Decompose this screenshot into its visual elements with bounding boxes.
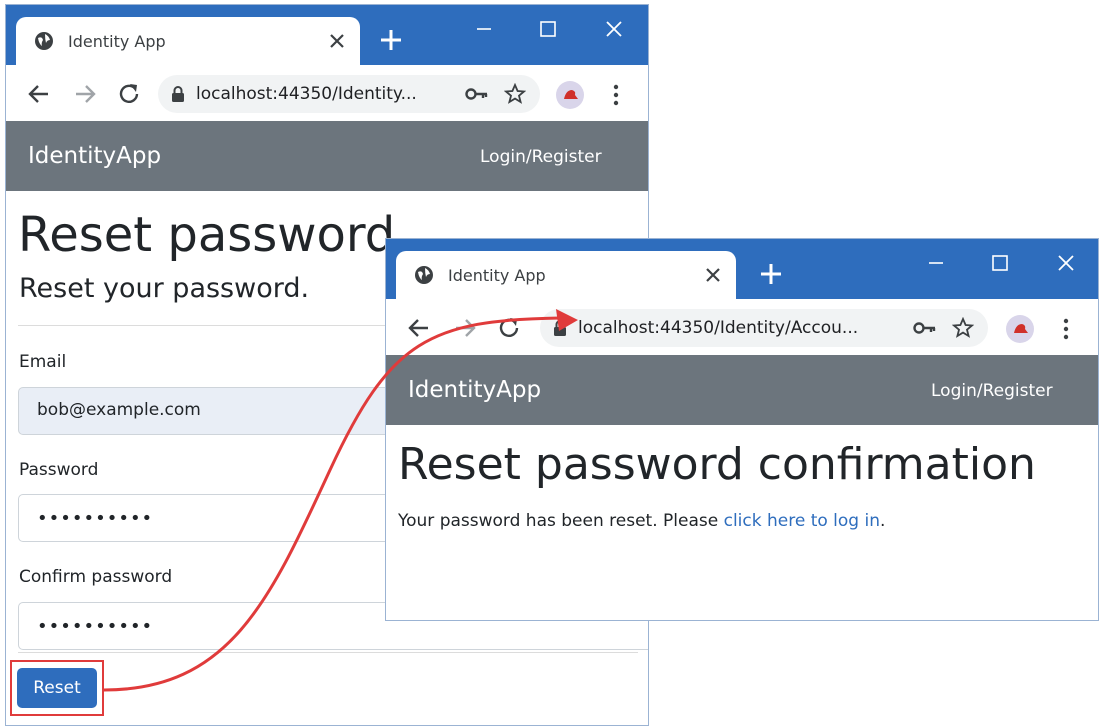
reload-icon[interactable] <box>116 81 142 107</box>
page-subtitle: Reset your password. <box>19 273 310 304</box>
kebab-menu-icon[interactable] <box>1062 317 1070 341</box>
password-value: •••••••••• <box>37 508 154 529</box>
reset-button[interactable]: Reset <box>17 668 97 708</box>
lock-icon <box>554 320 566 336</box>
url-text: localhost:44350/Identity/Accou... <box>578 318 859 338</box>
address-bar: localhost:44350/Identity... <box>6 65 648 122</box>
browser-window-reset-confirmation: Identity App localhost:44350/Identity/Ac… <box>385 238 1099 621</box>
page-title: Reset password confirmation <box>398 439 1036 490</box>
address-bar: localhost:44350/Identity/Accou... <box>386 299 1098 356</box>
minimize-icon[interactable] <box>924 251 948 275</box>
confirmation-message: Your password has been reset. Please cli… <box>398 511 885 531</box>
brand-link[interactable]: IdentityApp <box>408 377 541 403</box>
maximize-icon[interactable] <box>536 17 560 41</box>
plus-icon[interactable] <box>758 261 784 287</box>
star-icon[interactable] <box>952 317 974 339</box>
close-icon[interactable] <box>704 266 722 284</box>
password-label: Password <box>19 460 99 480</box>
reload-icon[interactable] <box>496 315 522 341</box>
back-icon[interactable] <box>406 315 432 341</box>
page-content: Reset password confirmation Your passwor… <box>386 425 1098 620</box>
page-title: Reset password <box>18 207 396 263</box>
tab-title: Identity App <box>68 31 166 51</box>
globe-icon <box>35 32 53 50</box>
confirm-password-value: •••••••••• <box>37 616 154 637</box>
confirm-password-label: Confirm password <box>19 567 173 587</box>
star-icon[interactable] <box>504 83 526 105</box>
site-navbar: IdentityApp Login/Register <box>6 121 648 191</box>
close-icon[interactable] <box>328 32 346 50</box>
divider <box>18 652 638 653</box>
profile-bird-icon <box>1014 324 1028 333</box>
globe-icon <box>415 266 433 284</box>
key-icon[interactable] <box>464 84 490 104</box>
back-icon[interactable] <box>26 81 52 107</box>
login-register-link[interactable]: Login/Register <box>480 147 602 167</box>
profile-bird-icon <box>564 90 578 99</box>
avatar[interactable] <box>1006 315 1034 343</box>
message-suffix: . <box>879 511 886 531</box>
forward-icon[interactable] <box>72 81 98 107</box>
login-link[interactable]: click here to log in <box>724 511 880 531</box>
plus-icon[interactable] <box>378 27 404 53</box>
close-window-icon[interactable] <box>1054 251 1078 275</box>
reset-button-highlight: Reset <box>10 660 104 716</box>
avatar[interactable] <box>556 81 584 109</box>
close-window-icon[interactable] <box>602 17 626 41</box>
email-label: Email <box>19 352 67 372</box>
tab-title: Identity App <box>448 265 546 285</box>
title-bar: Identity App <box>386 239 1098 299</box>
url-text: localhost:44350/Identity... <box>196 84 417 104</box>
title-bar: Identity App <box>6 5 648 65</box>
lock-icon <box>172 86 184 102</box>
url-bar[interactable]: localhost:44350/Identity/Accou... <box>540 309 988 347</box>
minimize-icon[interactable] <box>472 17 496 41</box>
message-text: Your password has been reset. Please <box>398 511 724 531</box>
browser-tab[interactable]: Identity App <box>16 17 360 65</box>
key-icon[interactable] <box>912 318 938 338</box>
forward-icon[interactable] <box>452 315 478 341</box>
kebab-menu-icon[interactable] <box>612 83 620 107</box>
url-bar[interactable]: localhost:44350/Identity... <box>158 75 540 113</box>
maximize-icon[interactable] <box>988 251 1012 275</box>
site-navbar: IdentityApp Login/Register <box>386 355 1098 425</box>
browser-tab[interactable]: Identity App <box>396 251 736 299</box>
brand-link[interactable]: IdentityApp <box>28 143 161 169</box>
login-register-link[interactable]: Login/Register <box>931 381 1053 401</box>
